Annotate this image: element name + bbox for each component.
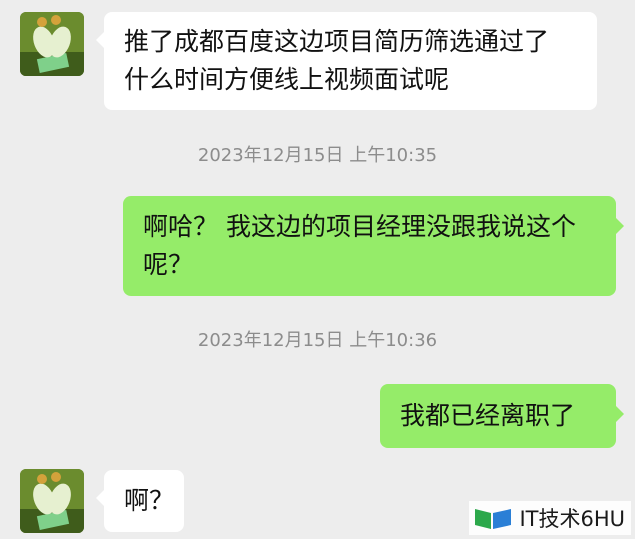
cartoon-avatar-icon: [20, 469, 84, 533]
message-bubble-outgoing[interactable]: 我都已经离职了: [380, 384, 624, 448]
message-bubble-outgoing[interactable]: 啊哈？ 我这边的项目经理没跟我说这个呢？: [123, 196, 624, 296]
message-text: 我都已经离职了: [400, 401, 576, 430]
contact-avatar[interactable]: [20, 469, 84, 533]
timestamp: 2023年12月15日 上午10:35: [197, 145, 438, 166]
message-text: 啊哈？ 我这边的项目经理没跟我说这个呢？: [143, 212, 576, 279]
timestamp: 2023年12月15日 上午10:36: [197, 330, 438, 351]
contact-avatar[interactable]: [20, 12, 84, 76]
watermark: IT技术6HU: [469, 501, 631, 535]
cartoon-avatar-icon: [20, 12, 84, 76]
message-text: 啊？: [124, 486, 175, 515]
message-bubble-incoming[interactable]: 啊？: [96, 470, 184, 532]
book-logo-icon: [475, 509, 512, 529]
message-text: 推了成都百度这边项目简历筛选通过了 什么时间方便线上视频面试呢: [124, 27, 550, 94]
message-bubble-incoming[interactable]: 推了成都百度这边项目简历筛选通过了 什么时间方便线上视频面试呢: [96, 12, 597, 110]
watermark-text: IT技术6HU: [519, 507, 625, 531]
